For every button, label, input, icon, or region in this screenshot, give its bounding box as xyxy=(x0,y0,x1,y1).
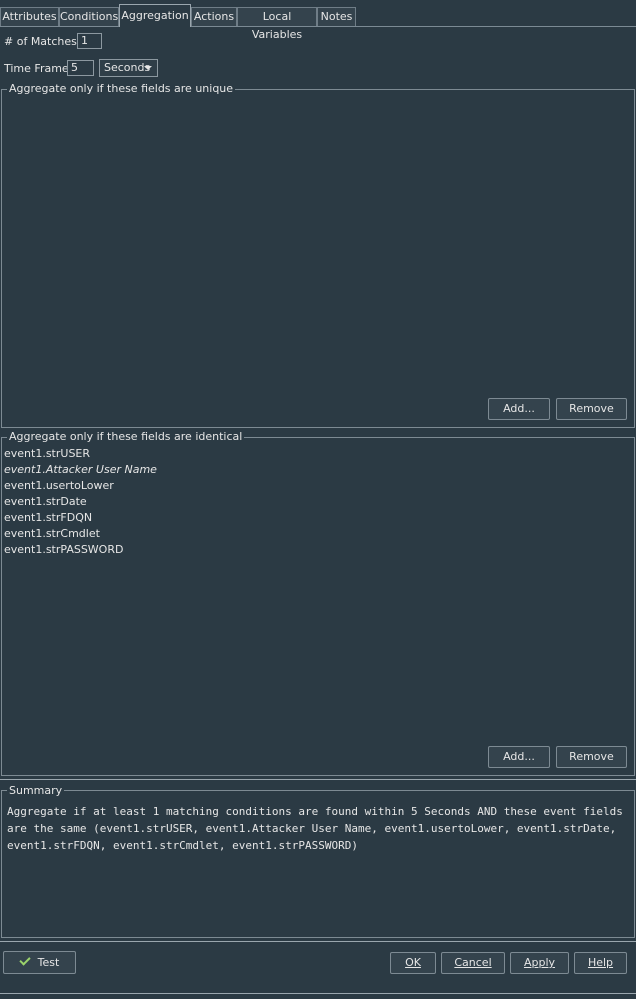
list-item[interactable]: event1.strUSER xyxy=(4,446,630,462)
identical-add-button[interactable]: Add... xyxy=(488,746,550,768)
tab-divider xyxy=(0,26,636,27)
test-button[interactable]: Test xyxy=(3,951,76,974)
tab-aggregation[interactable]: Aggregation xyxy=(119,4,191,27)
tab-actions[interactable]: Actions xyxy=(191,7,237,27)
checkmark-icon xyxy=(18,954,31,966)
help-button[interactable]: Help xyxy=(574,952,627,974)
unique-remove-button[interactable]: Remove xyxy=(556,398,627,420)
list-item[interactable]: event1.usertoLower xyxy=(4,478,630,494)
list-item[interactable]: event1.strDate xyxy=(4,494,630,510)
tab-attributes[interactable]: Attributes xyxy=(0,7,59,27)
apply-button[interactable]: Apply xyxy=(510,952,569,974)
identical-fields-list[interactable]: event1.strUSER event1.Attacker User Name… xyxy=(4,446,630,736)
timeframe-unit-select[interactable]: Seconds xyxy=(99,59,158,77)
list-item[interactable]: event1.strCmdlet xyxy=(4,526,630,542)
tab-conditions[interactable]: Conditions xyxy=(59,7,119,27)
cancel-button[interactable]: Cancel xyxy=(441,952,505,974)
footer-separator xyxy=(0,941,636,942)
identical-fields-title: Aggregate only if these fields are ident… xyxy=(7,430,245,443)
test-button-label: Test xyxy=(37,956,60,969)
list-item[interactable]: event1.strFDQN xyxy=(4,510,630,526)
tab-local-variables[interactable]: Local Variables xyxy=(237,7,317,41)
ok-button[interactable]: OK xyxy=(390,952,436,974)
list-item[interactable]: event1.strPASSWORD xyxy=(4,542,630,558)
identical-remove-button[interactable]: Remove xyxy=(556,746,627,768)
chevron-down-icon xyxy=(144,66,152,70)
tab-notes[interactable]: Notes xyxy=(317,7,356,27)
timeframe-label: Time Frame: xyxy=(4,62,73,75)
summary-separator xyxy=(0,779,636,780)
matches-input[interactable]: 1 xyxy=(77,33,102,49)
unique-fields-list[interactable] xyxy=(3,95,633,395)
list-item[interactable]: event1.Attacker User Name xyxy=(4,462,630,478)
tab-bar: Attributes Conditions Aggregation Action… xyxy=(0,0,636,41)
bottom-border xyxy=(0,993,636,994)
unique-fields-title: Aggregate only if these fields are uniqu… xyxy=(7,82,236,95)
summary-text: Aggregate if at least 1 matching conditi… xyxy=(7,805,630,852)
unique-add-button[interactable]: Add... xyxy=(488,398,550,420)
summary-title: Summary xyxy=(7,784,65,797)
matches-label: # of Matches: xyxy=(4,35,81,48)
timeframe-input[interactable]: 5 xyxy=(67,60,94,76)
